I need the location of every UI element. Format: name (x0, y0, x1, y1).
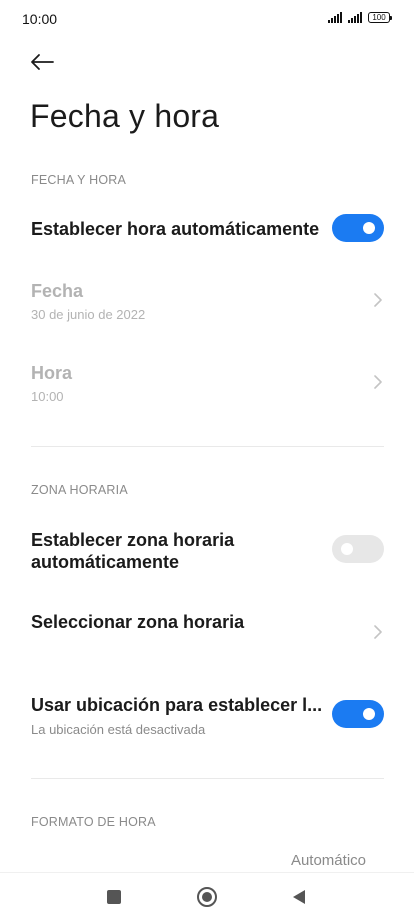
signal-icon-2 (348, 12, 362, 23)
time-label: Hora (31, 363, 73, 383)
section-header-date-time: FECHA Y HORA (31, 173, 127, 187)
time-value: 10:00 (31, 389, 64, 404)
auto-time-label: Establecer hora automáticamente (31, 219, 320, 239)
home-button[interactable] (195, 885, 219, 909)
use-location-subtitle: La ubicación está desactivada (31, 722, 206, 737)
auto-time-toggle[interactable] (332, 214, 384, 242)
triangle-left-icon (293, 890, 305, 904)
arrow-left-icon (31, 54, 54, 70)
use-location-label: Usar ubicación para establecer l... (31, 695, 323, 715)
auto-zone-label-line2: automáticamente (31, 552, 180, 572)
use-location-row[interactable]: Usar ubicación para establecer l... La u… (0, 682, 414, 748)
divider (31, 778, 384, 779)
nav-back-button[interactable] (287, 885, 311, 909)
date-row[interactable]: Fecha 30 de junio de 2022 (0, 270, 414, 334)
section-header-time-format: FORMATO DE HORA (31, 815, 156, 829)
chevron-right-icon (374, 375, 382, 389)
square-icon (107, 890, 121, 904)
settings-screen: 10:00 100 Fecha y hora FECHA Y HORA Esta… (0, 0, 414, 920)
time-format-value[interactable]: Automático (291, 852, 366, 869)
signal-icon (328, 12, 342, 23)
use-location-toggle[interactable] (332, 700, 384, 728)
battery-icon: 100 (368, 12, 392, 23)
back-button[interactable] (26, 46, 58, 78)
time-row[interactable]: Hora 10:00 (0, 352, 414, 416)
section-header-time-zone: ZONA HORARIA (31, 483, 128, 497)
chevron-right-icon (374, 625, 382, 639)
auto-zone-label-line1: Establecer zona horaria (31, 530, 235, 550)
divider (31, 446, 384, 447)
navigation-bar (0, 872, 414, 920)
date-label: Fecha (31, 281, 84, 301)
page-title: Fecha y hora (30, 98, 220, 134)
auto-time-row[interactable]: Establecer hora automáticamente (0, 206, 414, 254)
auto-zone-toggle[interactable] (332, 535, 384, 563)
select-zone-label: Seleccionar zona horaria (31, 612, 245, 632)
recents-button[interactable] (102, 885, 126, 909)
chevron-right-icon (374, 293, 382, 307)
circle-icon (197, 887, 217, 907)
date-value: 30 de junio de 2022 (31, 307, 146, 322)
status-time: 10:00 (22, 11, 58, 27)
status-icons: 100 (328, 12, 392, 23)
status-bar: 10:00 100 (0, 0, 414, 40)
select-zone-row[interactable]: Seleccionar zona horaria (0, 598, 414, 664)
auto-zone-row[interactable]: Establecer zona horaria automáticamente (0, 520, 414, 578)
